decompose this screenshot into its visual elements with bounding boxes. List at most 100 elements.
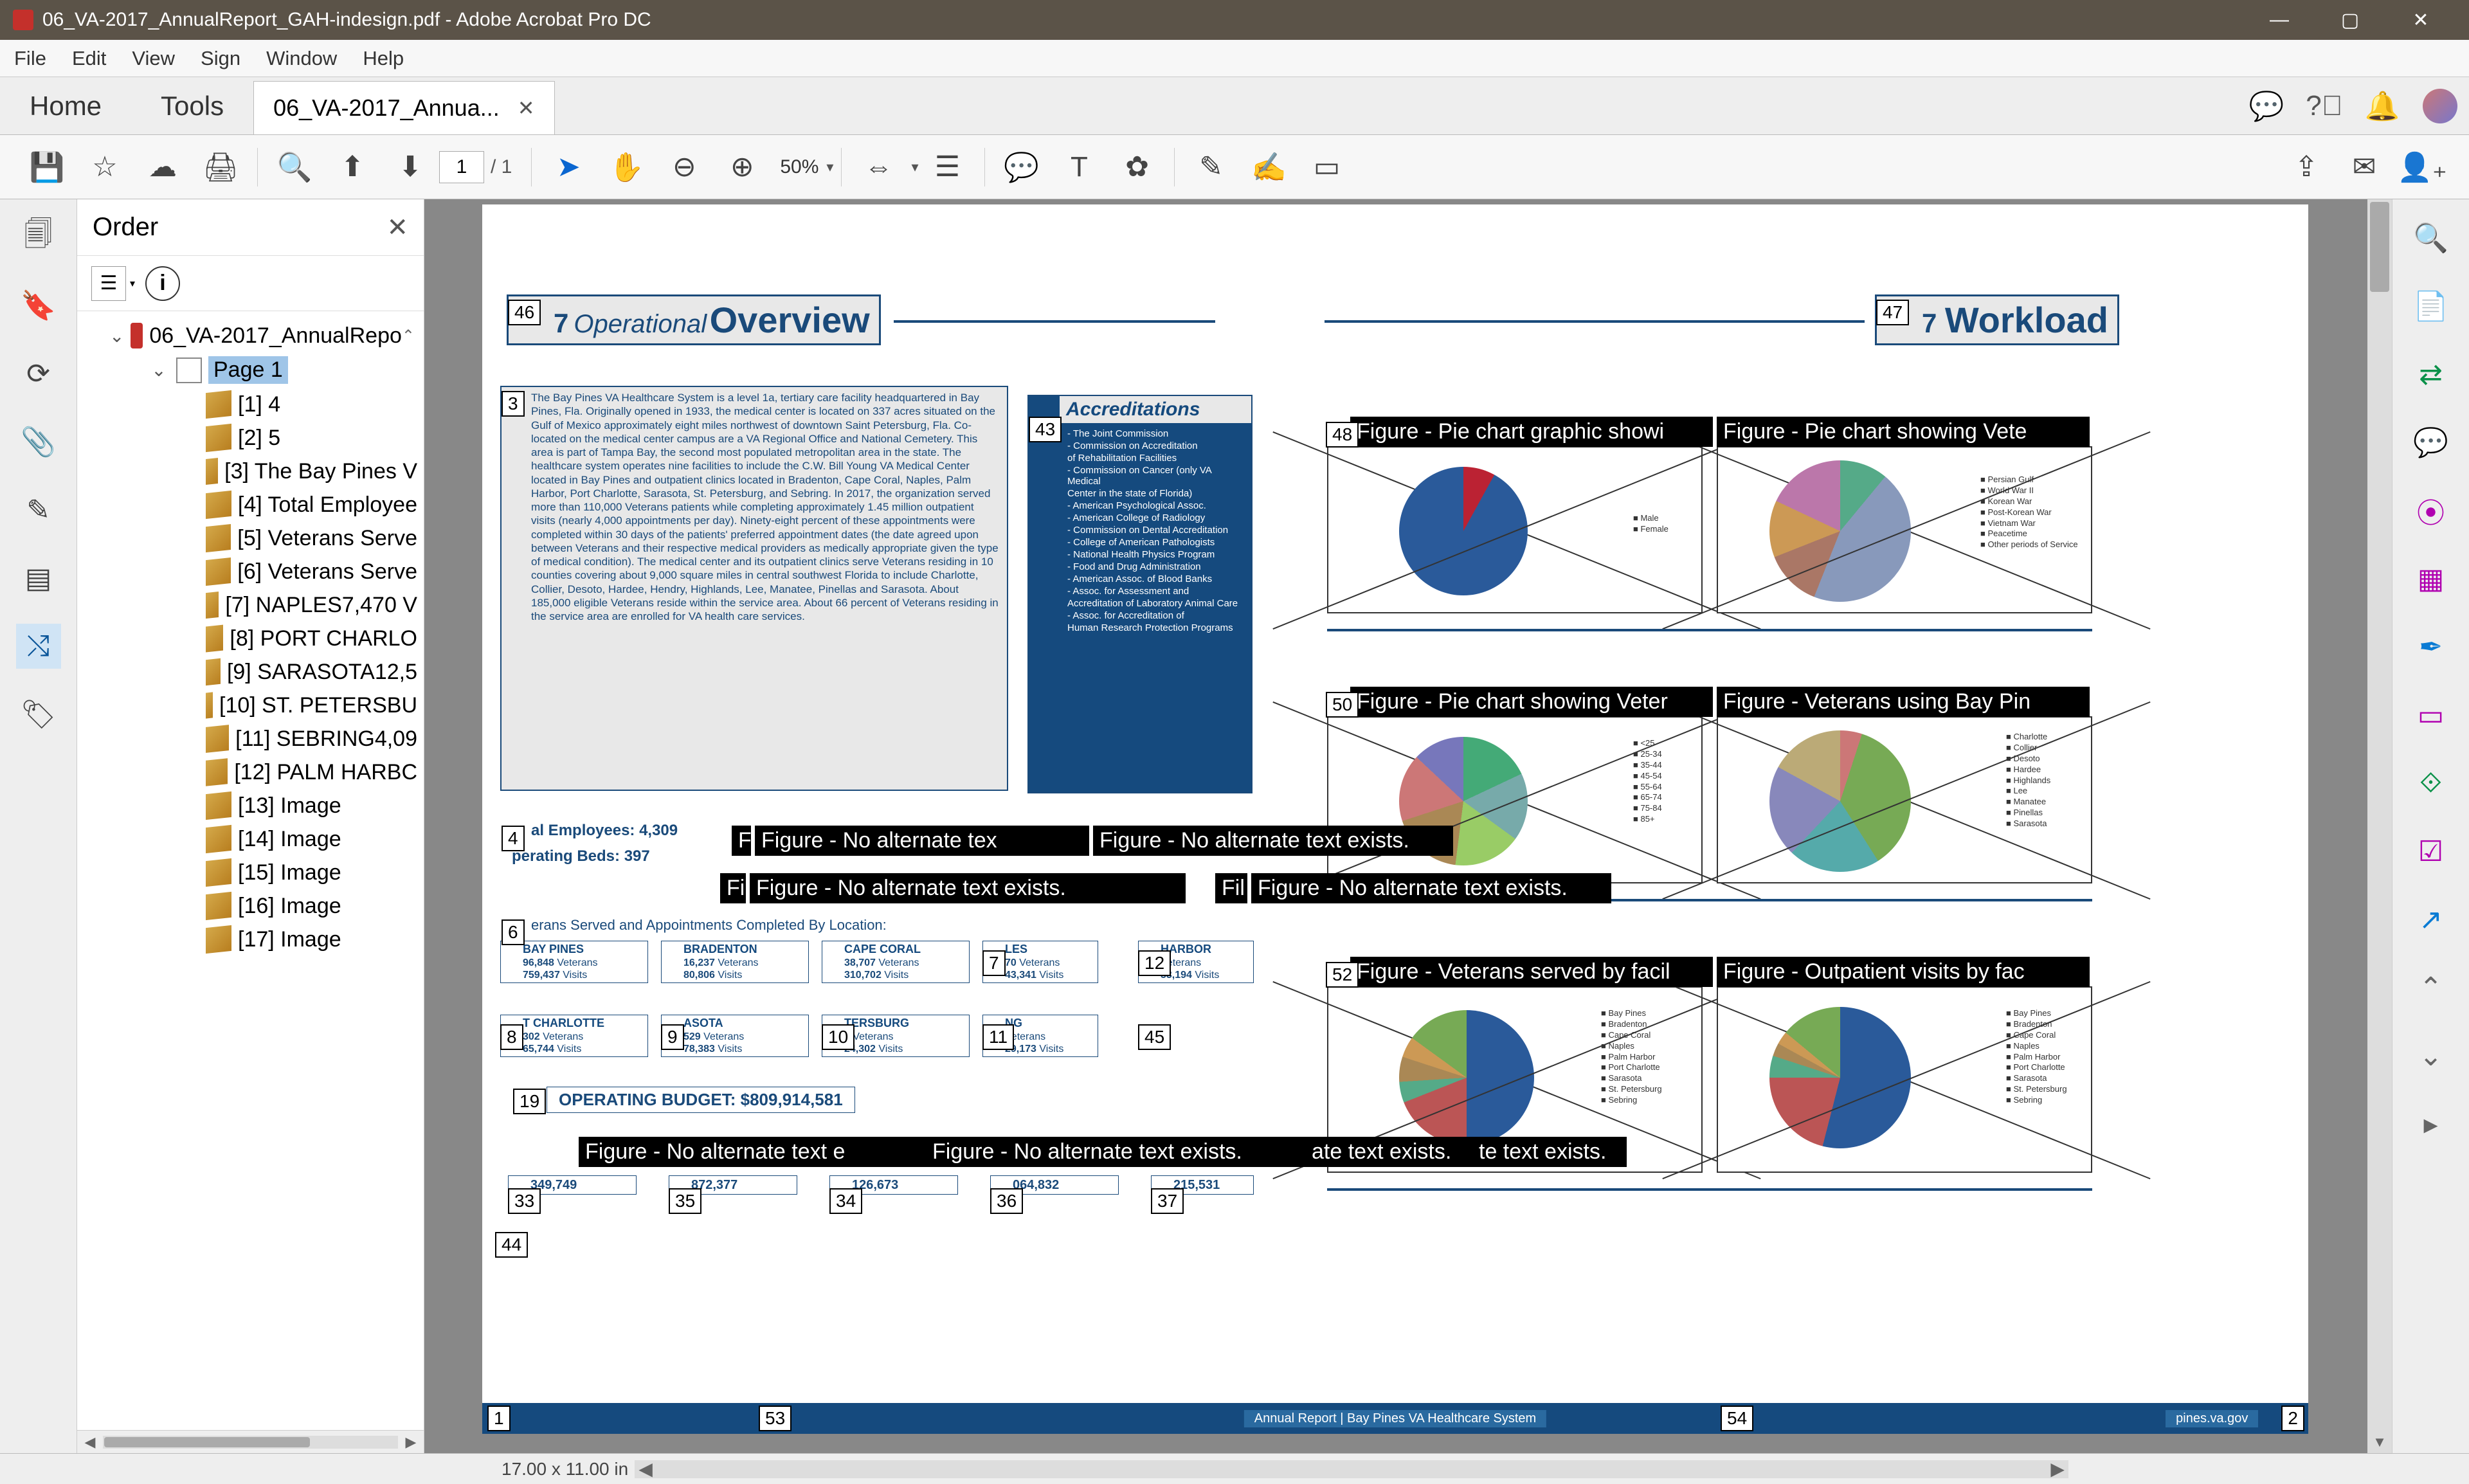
order-tag[interactable]: 1 xyxy=(487,1406,511,1431)
tree-root[interactable]: ⌄06_VA-2017_AnnualRepo⌃ xyxy=(84,319,417,352)
save-icon[interactable]: 💾 xyxy=(18,145,76,190)
layers-icon[interactable]: ▤ xyxy=(16,556,61,601)
tab-tools[interactable]: Tools xyxy=(131,77,253,134)
create-pdf-icon[interactable]: 📄 xyxy=(2408,283,2454,329)
add-person-icon[interactable]: 👤₊ xyxy=(2393,145,2451,190)
vscroll[interactable]: ▲ ▼ xyxy=(2367,199,2392,1453)
pointer-icon[interactable]: ➤ xyxy=(539,145,597,190)
order-tag[interactable]: 35 xyxy=(669,1188,701,1214)
order-tag[interactable]: 36 xyxy=(990,1188,1023,1214)
order-tag[interactable]: 45 xyxy=(1138,1024,1171,1050)
text-tool-icon[interactable]: T xyxy=(1051,145,1108,190)
tab-close-icon[interactable]: ✕ xyxy=(518,96,535,120)
page-input[interactable] xyxy=(439,151,484,183)
chat-icon[interactable]: 💬 xyxy=(2238,77,2295,134)
order-tag[interactable]: 11 xyxy=(982,1024,1014,1050)
prepare-form-icon[interactable]: ☑ xyxy=(2408,828,2454,874)
tree-item[interactable]: [6] Veterans Serve xyxy=(84,555,417,588)
menu-window[interactable]: Window xyxy=(266,47,337,70)
tree-item[interactable]: [17] Image xyxy=(84,923,417,956)
accessibility-icon[interactable]: ⦿ xyxy=(2408,487,2454,534)
order-tag[interactable]: 7 xyxy=(982,950,1006,976)
order-tag[interactable]: 34 xyxy=(829,1188,862,1214)
fill-sign-icon[interactable]: ✒ xyxy=(2408,624,2454,670)
order-tag[interactable]: 19 xyxy=(513,1089,546,1114)
order-tag[interactable]: 52 xyxy=(1326,962,1359,988)
order-tag[interactable]: 43 xyxy=(1029,417,1062,442)
next-page-icon[interactable]: ⬇ xyxy=(381,145,439,190)
notifications-icon[interactable]: 🔔 xyxy=(2353,77,2411,134)
sign-icon[interactable]: ✍ xyxy=(1240,145,1298,190)
panel-info-icon[interactable]: i xyxy=(145,266,180,301)
panel-close-icon[interactable]: ✕ xyxy=(386,213,408,242)
tab-document[interactable]: 06_VA-2017_Annua... ✕ xyxy=(253,81,554,134)
export-pdf-icon[interactable]: ⇄ xyxy=(2408,351,2454,397)
highlight-icon[interactable]: ✎ xyxy=(1182,145,1240,190)
order-tag[interactable]: 48 xyxy=(1326,422,1359,448)
order-tag[interactable]: 46 xyxy=(508,300,541,325)
tree-item[interactable]: [9] SARASOTA12,5 xyxy=(84,655,417,689)
order-tag[interactable]: 3 xyxy=(502,391,525,417)
order-tag[interactable]: 10 xyxy=(822,1024,855,1050)
close-button[interactable]: ✕ xyxy=(2385,0,2456,40)
zoom-dropdown-icon[interactable]: ▾ xyxy=(826,159,833,176)
more-tools-up-icon[interactable]: ⌃ xyxy=(2408,964,2454,1011)
star-icon[interactable]: ☆ xyxy=(76,145,134,190)
signatures-icon[interactable]: ✎ xyxy=(16,487,61,532)
tree-item[interactable]: [15] Image xyxy=(84,856,417,889)
tree-item[interactable]: [16] Image xyxy=(84,889,417,923)
hand-icon[interactable]: ✋ xyxy=(597,145,655,190)
cloud-upload-icon[interactable]: ☁ xyxy=(134,145,192,190)
prev-page-icon[interactable]: ⬆ xyxy=(323,145,381,190)
tree-item[interactable]: [10] ST. PETERSBU xyxy=(84,689,417,722)
zoom-out-icon[interactable]: ⊖ xyxy=(655,145,713,190)
comment-icon[interactable]: 💬 xyxy=(993,145,1051,190)
order-tag[interactable]: 44 xyxy=(495,1232,528,1258)
comment-tool-icon[interactable]: 💬 xyxy=(2408,419,2454,466)
thumbnails-icon[interactable]: 🗐 xyxy=(16,215,61,260)
search-icon[interactable]: 🔍 xyxy=(266,145,323,190)
tags-icon[interactable]: 🏷 xyxy=(16,692,61,737)
stamp-icon[interactable]: ✿ xyxy=(1108,145,1166,190)
tree-item[interactable]: [3] The Bay Pines V xyxy=(84,455,417,488)
tree-item[interactable]: [11] SEBRING4,09 xyxy=(84,722,417,756)
tree-item[interactable]: [4] Total Employee xyxy=(84,488,417,521)
order-panel-icon[interactable]: ⤭ xyxy=(16,624,61,669)
tab-home[interactable]: Home xyxy=(0,77,131,134)
reflow-icon[interactable]: ⟳ xyxy=(16,351,61,396)
order-tag[interactable]: 33 xyxy=(508,1188,541,1214)
panel-options-icon[interactable]: ☰ xyxy=(91,266,126,301)
redact-icon[interactable]: ▭ xyxy=(1298,145,1356,190)
hscroll[interactable]: ◀ ▶ xyxy=(635,1460,2068,1478)
tree-item[interactable]: [8] PORT CHARLO xyxy=(84,622,417,655)
order-tag[interactable]: 12 xyxy=(1138,950,1171,976)
tree-item[interactable]: [2] 5 xyxy=(84,421,417,455)
menu-sign[interactable]: Sign xyxy=(201,47,240,70)
attachments-icon[interactable]: 📎 xyxy=(16,419,61,464)
fit-dropdown-icon[interactable]: ▾ xyxy=(911,159,918,176)
order-tag[interactable]: 53 xyxy=(759,1406,791,1431)
account-avatar[interactable] xyxy=(2411,77,2469,134)
minimize-button[interactable]: — xyxy=(2244,0,2315,40)
redact-tool-icon[interactable]: ▭ xyxy=(2408,692,2454,738)
email-icon[interactable]: ✉ xyxy=(2335,145,2393,190)
document-viewport[interactable]: 46 7Operational Overview 47 7 Workload 3… xyxy=(424,199,2392,1453)
tree-item[interactable]: [13] Image xyxy=(84,789,417,822)
maximize-button[interactable]: ▢ xyxy=(2315,0,2385,40)
print-icon[interactable]: 🖨 xyxy=(192,145,249,190)
tree-item[interactable]: [14] Image xyxy=(84,822,417,856)
tree-item[interactable]: [5] Veterans Serve xyxy=(84,521,417,555)
bookmarks-icon[interactable]: 🔖 xyxy=(16,283,61,328)
tree-item[interactable]: [7] NAPLES7,470 V xyxy=(84,588,417,622)
order-tag[interactable]: 4 xyxy=(502,826,525,851)
order-tag[interactable]: 54 xyxy=(1721,1406,1753,1431)
order-tag[interactable]: 8 xyxy=(500,1024,523,1050)
panel-options-dropdown[interactable]: ▾ xyxy=(130,277,135,290)
tree-item[interactable]: [1] 4 xyxy=(84,388,417,421)
menu-help[interactable]: Help xyxy=(363,47,404,70)
send-comments-icon[interactable]: ↗ xyxy=(2408,896,2454,943)
more-tools-down-icon[interactable]: ⌄ xyxy=(2408,1033,2454,1079)
menu-view[interactable]: View xyxy=(132,47,175,70)
order-tag[interactable]: 37 xyxy=(1151,1188,1184,1214)
fit-width-icon[interactable]: ⇔ xyxy=(849,145,907,190)
